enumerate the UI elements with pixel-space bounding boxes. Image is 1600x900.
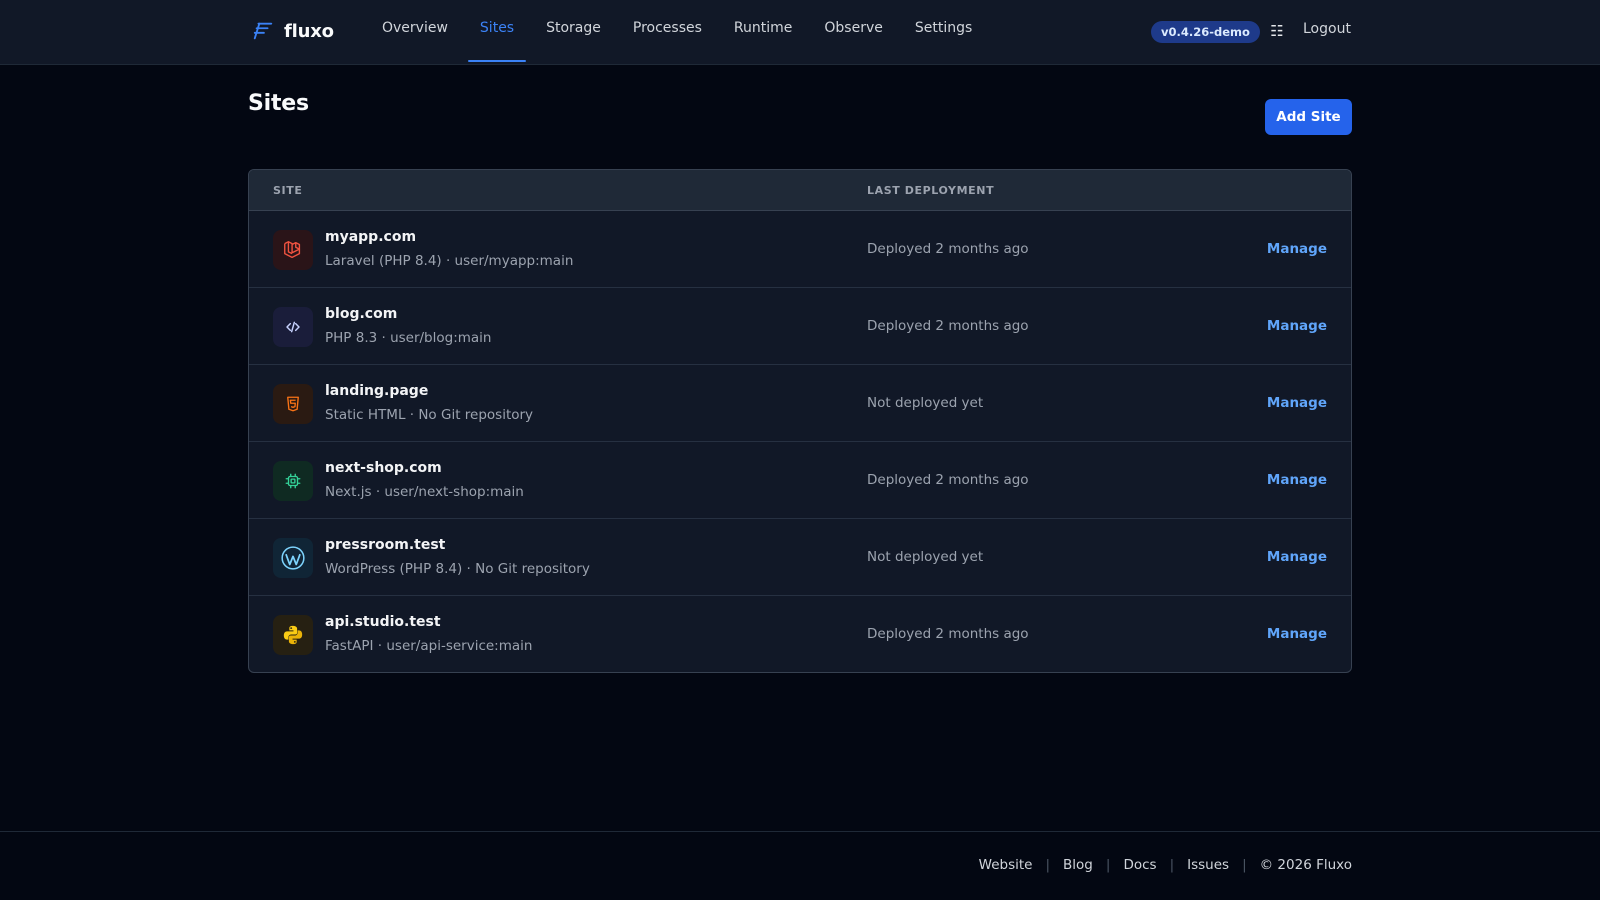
deployment-status: Not deployed yet bbox=[867, 549, 984, 565]
deployment-status: Not deployed yet bbox=[867, 395, 984, 411]
footer-separator: | bbox=[1242, 857, 1247, 873]
page-title: Sites bbox=[248, 91, 309, 116]
site-name[interactable]: next-shop.com bbox=[325, 460, 442, 476]
manage-link[interactable]: Manage bbox=[1267, 241, 1327, 257]
manage-link[interactable]: Manage bbox=[1267, 549, 1327, 565]
nav-item-processes[interactable]: Processes bbox=[617, 0, 718, 64]
html5-icon bbox=[273, 384, 313, 424]
manage-link[interactable]: Manage bbox=[1267, 626, 1327, 642]
chip-icon bbox=[273, 461, 313, 501]
wordpress-icon bbox=[273, 538, 313, 578]
nav-item-overview[interactable]: Overview bbox=[366, 0, 464, 64]
table-row: pressroom.test WordPress (PHP 8.4) · No … bbox=[249, 519, 1351, 596]
nav-item-storage[interactable]: Storage bbox=[530, 0, 617, 64]
footer-link-issues[interactable]: Issues bbox=[1187, 857, 1229, 873]
site-meta: Static HTML · No Git repository bbox=[325, 407, 534, 423]
brand-name: fluxo bbox=[284, 20, 334, 42]
footer-separator: | bbox=[1045, 857, 1051, 873]
fluxo-logo-icon bbox=[253, 22, 273, 40]
table-row: landing.page Static HTML · No Git reposi… bbox=[249, 365, 1351, 442]
footer-link-docs[interactable]: Docs bbox=[1123, 857, 1156, 873]
table-header: Site Last Deployment bbox=[249, 170, 1351, 211]
version-badge: v0.4.26-demo bbox=[1151, 21, 1260, 43]
nav-item-runtime[interactable]: Runtime bbox=[718, 0, 808, 64]
top-navigation-bar: fluxo Overview Sites Storage Processes R… bbox=[0, 0, 1600, 65]
deployment-status: Deployed 2 months ago bbox=[867, 626, 1029, 642]
nav-item-sites[interactable]: Sites bbox=[464, 0, 530, 64]
python-icon bbox=[273, 615, 313, 655]
nav-item-observe[interactable]: Observe bbox=[808, 0, 898, 64]
site-meta: WordPress (PHP 8.4) · No Git repository bbox=[325, 561, 590, 577]
grid-menu-icon[interactable]: ☷ bbox=[1268, 22, 1286, 40]
footer-link-website[interactable]: Website bbox=[979, 857, 1033, 873]
site-meta: FastAPI · user/api-service:main bbox=[325, 638, 533, 654]
manage-link[interactable]: Manage bbox=[1267, 472, 1327, 488]
site-meta: PHP 8.3 · user/blog:main bbox=[325, 330, 492, 346]
logout-link[interactable]: Logout bbox=[1303, 21, 1351, 37]
sites-table: Site Last Deployment myapp.com Laravel (… bbox=[248, 169, 1352, 673]
footer-separator: | bbox=[1169, 857, 1175, 873]
brand[interactable]: fluxo bbox=[252, 17, 334, 45]
table-row: next-shop.com Next.js · user/next-shop:m… bbox=[249, 442, 1351, 519]
nav-item-settings[interactable]: Settings bbox=[899, 0, 988, 64]
site-name[interactable]: pressroom.test bbox=[325, 537, 445, 553]
table-row: myapp.com Laravel (PHP 8.4) · user/myapp… bbox=[249, 211, 1351, 288]
add-site-button[interactable]: Add Site bbox=[1265, 99, 1352, 135]
footer-link-blog[interactable]: Blog bbox=[1063, 857, 1093, 873]
code-icon bbox=[273, 307, 313, 347]
deployment-status: Deployed 2 months ago bbox=[867, 318, 1029, 334]
table-row: api.studio.test FastAPI · user/api-servi… bbox=[249, 596, 1351, 672]
footer-copyright: © 2026 Fluxo bbox=[1259, 857, 1352, 873]
column-header-site: Site bbox=[273, 184, 303, 197]
site-name[interactable]: api.studio.test bbox=[325, 614, 441, 630]
manage-link[interactable]: Manage bbox=[1267, 395, 1327, 411]
table-row: blog.com PHP 8.3 · user/blog:main Deploy… bbox=[249, 288, 1351, 365]
footer-links: Website | Blog | Docs | Issues | © 2026 … bbox=[979, 857, 1352, 873]
deployment-status: Deployed 2 months ago bbox=[867, 241, 1029, 257]
main-nav: Overview Sites Storage Processes Runtime… bbox=[366, 0, 988, 64]
column-header-last-deployment: Last Deployment bbox=[867, 184, 995, 197]
manage-link[interactable]: Manage bbox=[1267, 318, 1327, 334]
laravel-icon bbox=[273, 230, 313, 270]
deployment-status: Deployed 2 months ago bbox=[867, 472, 1029, 488]
footer-separator: | bbox=[1105, 857, 1111, 873]
footer: Website | Blog | Docs | Issues | © 2026 … bbox=[0, 831, 1600, 900]
site-meta: Next.js · user/next-shop:main bbox=[325, 484, 524, 500]
site-name[interactable]: blog.com bbox=[325, 306, 397, 322]
site-name[interactable]: landing.page bbox=[325, 383, 428, 399]
site-name[interactable]: myapp.com bbox=[325, 229, 416, 245]
site-meta: Laravel (PHP 8.4) · user/myapp:main bbox=[325, 253, 574, 269]
